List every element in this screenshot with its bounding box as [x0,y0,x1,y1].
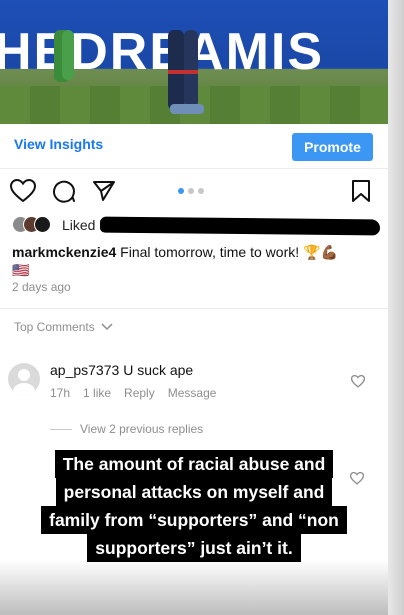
avatar-head [18,369,30,381]
carousel-indicator [178,188,204,194]
comment-icon[interactable] [52,179,76,208]
bookmark-icon[interactable] [350,179,372,208]
carousel-dot-active [178,188,184,194]
post-photo[interactable]: HEDREAMIS [0,0,388,124]
top-comments-dropdown[interactable]: Top Comments [14,320,113,334]
view-replies-text: View 2 previous replies [80,422,204,436]
comment-meta: 17h 1 like Reply Message [50,386,216,400]
comment-username[interactable]: ap_ps7373 [50,362,119,378]
player-leg-right-2 [184,30,198,108]
overlay-line: The amount of racial abuse and [54,450,334,478]
liked-by-row[interactable]: Liked b [12,214,382,236]
comment-text: U suck ape [123,362,194,378]
post-timestamp: 2 days ago [12,280,71,294]
comment-likes[interactable]: 1 like [83,386,111,400]
bottom-fade [0,560,388,615]
comment-like-icon[interactable] [350,374,366,393]
story-text-overlay: The amount of racial abuse and personal … [0,450,388,562]
liker-avatar [34,216,51,233]
comment-body: ap_ps7373 U suck ape [50,362,193,378]
redaction-scribble [99,216,381,236]
promote-button[interactable]: Promote [292,133,373,161]
post-caption: markmckenzie4 Final tomorrow, time to wo… [12,243,372,279]
player-boot [170,104,204,114]
chevron-down-icon [101,320,113,334]
heart-icon[interactable] [9,178,37,208]
overlay-line: family from “supporters” and “non [41,506,347,534]
replies-divider-line [50,428,72,430]
player-sock-stripe [168,70,198,74]
overlay-line: personal attacks on myself and [55,478,333,506]
overlay-line: supporters” just ain’t it. [87,534,301,562]
message-button[interactable]: Message [168,386,217,400]
top-comments-label: Top Comments [14,320,95,334]
background-edge [388,0,404,615]
caption-text: Final tomorrow, time to work! 🏆💪🏾 [116,244,338,260]
avatar[interactable] [8,363,40,395]
reply-button[interactable]: Reply [124,386,155,400]
caption-flag: 🇺🇸 [12,262,30,278]
avatar-body [13,383,35,395]
player-leg-left-2 [62,30,74,80]
carousel-dot [198,188,204,194]
comment-item: ap_ps7373 U suck ape 17h 1 like Reply Me… [8,358,378,408]
caption-username[interactable]: markmckenzie4 [12,244,116,260]
view-replies-link[interactable]: View 2 previous replies [50,422,203,436]
comment-age: 17h [50,386,71,400]
send-icon[interactable] [92,179,116,208]
carousel-dot [188,188,194,194]
divider [0,168,388,169]
post-card: HEDREAMIS View Insights Promote Liked b … [0,0,388,615]
view-insights-link[interactable]: View Insights [14,136,103,152]
divider [0,308,388,309]
